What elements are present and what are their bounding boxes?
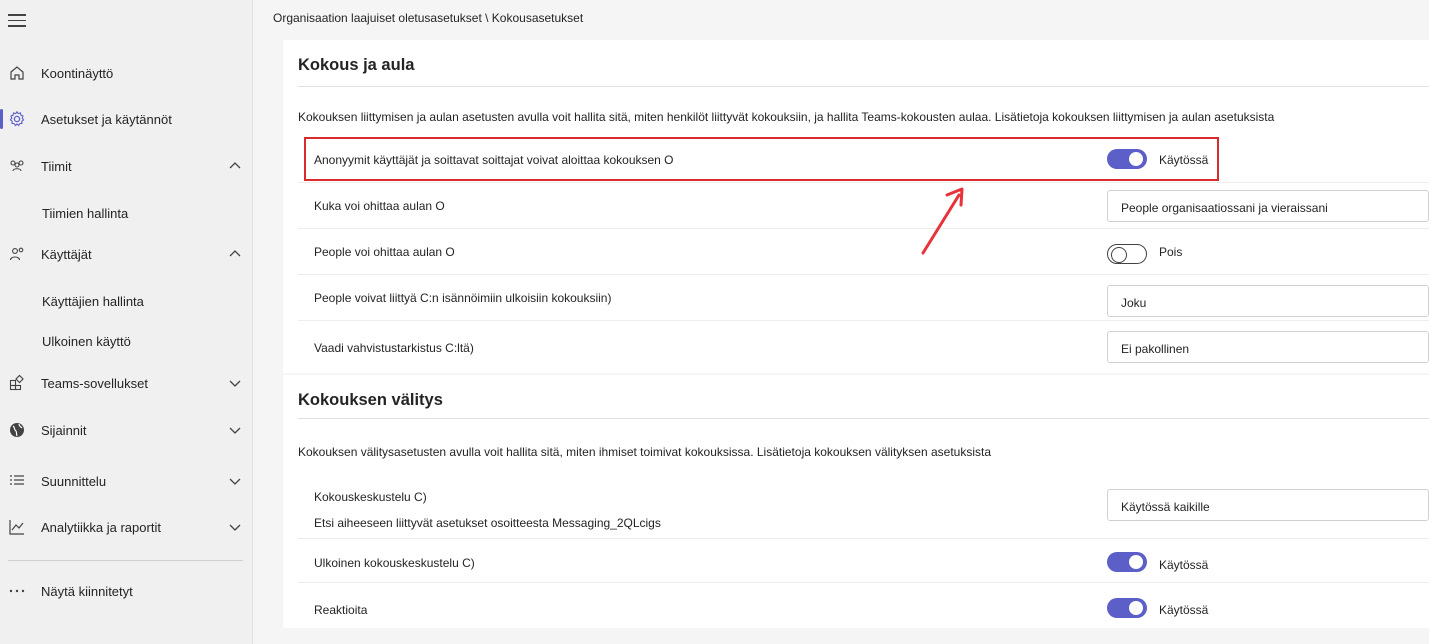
meeting-lobby-section: Kokous ja aula Kokouksen liittymisen ja …	[283, 40, 1429, 373]
dropdown-value: Käytössä kaikille	[1121, 500, 1210, 514]
section-title: Kokous ja aula	[298, 56, 415, 74]
sidebar-item-label: Tiimit	[41, 158, 72, 174]
sidebar-item-analytics-reports[interactable]: Analytiikka ja raportit	[0, 509, 253, 545]
toggle-state-label: Pois	[1159, 245, 1183, 259]
section-title: Kokouksen välitys	[298, 391, 443, 409]
setting-label: Ulkoinen kokouskeskustelu C)	[314, 556, 475, 570]
sidebar-item-show-pinned[interactable]: Näytä kiinnitetyt	[0, 573, 253, 609]
sidebar-item-settings-policies[interactable]: Asetukset ja käytännöt	[0, 101, 253, 137]
setting-row-external-meeting-chat: Ulkoinen kokouskeskustelu C) Käytössä	[298, 539, 1429, 583]
chevron-down-icon[interactable]	[228, 376, 242, 390]
sidebar-item-label: Käyttäjien hallinta	[42, 293, 144, 309]
people-bypass-lobby-toggle[interactable]	[1107, 244, 1147, 264]
chart-icon	[8, 518, 26, 536]
join-external-meetings-dropdown[interactable]: Joku	[1107, 285, 1429, 317]
sidebar-item-locations[interactable]: Sijainnit	[0, 412, 253, 448]
verification-check-dropdown[interactable]: Ei pakollinen	[1107, 331, 1429, 363]
sidebar-divider	[8, 560, 243, 561]
sidebar-item-external-access[interactable]: Ulkoinen käyttö	[0, 323, 253, 359]
hamburger-menu-icon[interactable]	[8, 14, 26, 28]
list-icon	[8, 472, 26, 490]
setting-sublabel: Etsi aiheeseen liittyvät asetukset osoit…	[314, 516, 661, 530]
setting-row-bypass-lobby: Kuka voi ohittaa aulan O People organisa…	[298, 183, 1429, 229]
sidebar-item-dashboard[interactable]: Koontinäyttö	[0, 55, 253, 91]
setting-row-join-external-meetings: People voivat liittyä C:n isännöimiin ul…	[298, 275, 1429, 321]
sidebar-item-label: Tiimien hallinta	[42, 205, 129, 221]
section-description: Kokouksen liittymisen ja aulan asetusten…	[298, 110, 1275, 124]
annotation-arrow-icon	[921, 187, 964, 255]
sidebar-item-label: Asetukset ja käytännöt	[41, 111, 172, 127]
setting-label: Anonyymit käyttäjät ja soittavat soittaj…	[314, 153, 674, 167]
setting-label: Vaadi vahvistustarkistus C:ltä)	[314, 341, 474, 355]
setting-row-anonymous-start: Anonyymit käyttäjät ja soittavat soittaj…	[298, 137, 1429, 183]
sidebar-item-label: Analytiikka ja raportit	[41, 519, 161, 535]
setting-label: Kokouskeskustelu C)	[314, 490, 427, 504]
chevron-up-icon[interactable]	[228, 159, 242, 173]
setting-row-verification-check: Vaadi vahvistustarkistus C:ltä) Ei pakol…	[298, 321, 1429, 367]
teams-icon	[8, 157, 26, 175]
toggle-state-label: Käytössä	[1159, 558, 1209, 572]
setting-row-reactions: Reaktioita Käytössä	[298, 583, 1429, 628]
sidebar-item-users[interactable]: Käyttäjät	[0, 236, 253, 272]
apps-icon	[8, 374, 26, 392]
meeting-engagement-section: Kokouksen välitys Kokouksen välitysasetu…	[283, 375, 1429, 628]
setting-label: Reaktioita	[314, 603, 368, 617]
meeting-chat-dropdown[interactable]: Käytössä kaikille	[1107, 489, 1429, 521]
anonymous-start-toggle[interactable]	[1107, 149, 1147, 169]
globe-icon	[8, 421, 26, 439]
setting-row-meeting-chat: Kokouskeskustelu C) Etsi aiheeseen liitt…	[298, 475, 1429, 539]
dropdown-value: Ei pakollinen	[1121, 342, 1190, 356]
sidebar-item-label: Teams-sovellukset	[41, 375, 148, 391]
sidebar-item-teams[interactable]: Tiimit	[0, 148, 253, 184]
dropdown-value: Joku	[1121, 296, 1147, 310]
sidebar-item-manage-teams[interactable]: Tiimien hallinta	[0, 195, 253, 231]
breadcrumb[interactable]: Organisaation laajuiset oletusasetukset …	[273, 11, 583, 25]
bypass-lobby-dropdown[interactable]: People organisaatiossani ja vieraissani	[1107, 190, 1429, 222]
dropdown-value: People organisaatiossani ja vieraissani	[1121, 201, 1328, 215]
section-description: Kokouksen välitysasetusten avulla voit h…	[298, 445, 991, 459]
external-meeting-chat-toggle[interactable]	[1107, 552, 1147, 572]
setting-label: People voi ohittaa aulan O	[314, 245, 455, 259]
gear-icon	[8, 110, 26, 128]
section-divider	[298, 86, 1429, 87]
home-icon	[8, 64, 26, 82]
sidebar: Koontinäyttö Asetukset ja käytännöt Tiim…	[0, 0, 253, 644]
sidebar-item-teams-apps[interactable]: Teams-sovellukset	[0, 365, 253, 401]
chevron-up-icon[interactable]	[228, 247, 242, 261]
sidebar-item-label: Ulkoinen käyttö	[42, 333, 131, 349]
sidebar-item-label: Suunnittelu	[41, 473, 107, 489]
chevron-down-icon[interactable]	[228, 474, 242, 488]
toggle-state-label: Käytössä	[1159, 153, 1209, 167]
reactions-toggle[interactable]	[1107, 598, 1147, 618]
sidebar-item-planning[interactable]: Suunnittelu	[0, 463, 253, 499]
setting-label: Kuka voi ohittaa aulan O	[314, 199, 445, 213]
users-icon	[8, 245, 26, 263]
section-divider	[298, 418, 1429, 419]
sidebar-item-label: Koontinäyttö	[41, 65, 114, 81]
chevron-down-icon[interactable]	[228, 423, 242, 437]
setting-label: People voivat liittyä C:n isännöimiin ul…	[314, 291, 612, 305]
toggle-state-label: Käytössä	[1159, 603, 1209, 617]
sidebar-item-label: Sijainnit	[41, 422, 87, 438]
more-icon	[8, 582, 26, 600]
sidebar-item-label: Näytä kiinnitetyt	[41, 583, 133, 599]
setting-row-people-bypass-lobby: People voi ohittaa aulan O Pois	[298, 229, 1429, 275]
sidebar-item-label: Käyttäjät	[41, 246, 92, 262]
sidebar-item-manage-users[interactable]: Käyttäjien hallinta	[0, 283, 253, 319]
chevron-down-icon[interactable]	[228, 520, 242, 534]
